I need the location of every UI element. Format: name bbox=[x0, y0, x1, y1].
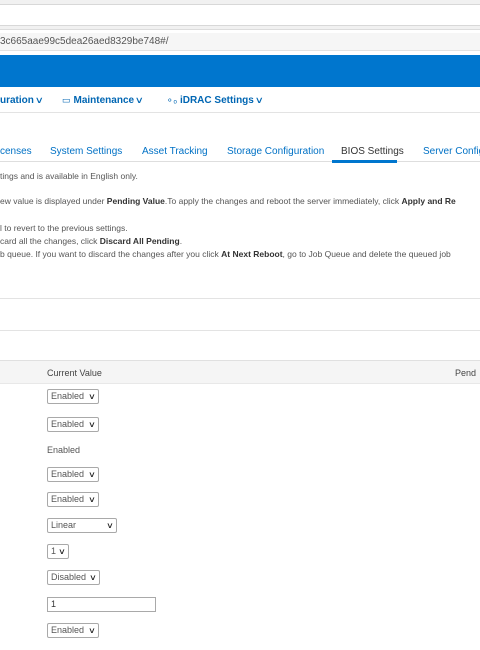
current-value-select[interactable]: Enabled ∨ bbox=[47, 417, 99, 432]
chevron-down-icon: ∨ bbox=[106, 521, 114, 530]
address-bar[interactable]: 3c665aae99c5dea26aed8329be748#/ bbox=[0, 33, 480, 51]
current-value-select[interactable]: Enabled ∨ bbox=[47, 623, 99, 638]
main-menu: uration∨ ▭ Maintenance∨ ⚬ₒ iDRAC Settings∨ bbox=[0, 87, 480, 113]
chevron-down-icon: ∨ bbox=[58, 547, 66, 556]
key-icon: ⚬ₒ bbox=[166, 95, 177, 105]
menu-configuration-label: uration bbox=[0, 95, 34, 106]
settings-tabs: censes System Settings Asset Tracking St… bbox=[0, 143, 480, 162]
tab-server-configuration[interactable]: Server Configu bbox=[423, 146, 480, 157]
idrac-header-banner bbox=[0, 55, 480, 87]
menu-maintenance[interactable]: ▭ Maintenance∨ bbox=[62, 95, 145, 106]
browser-tab-strip bbox=[0, 0, 480, 30]
pending-value-header: Pend bbox=[455, 368, 477, 378]
current-value-text: Enabled bbox=[47, 445, 81, 455]
current-value-select[interactable]: Disabled ∨ bbox=[47, 570, 100, 585]
info-line-2: ew value is displayed under Pending Valu… bbox=[0, 196, 456, 206]
tab-storage-configuration[interactable]: Storage Configuration bbox=[227, 146, 324, 157]
menu-configuration[interactable]: uration∨ bbox=[0, 95, 44, 106]
bios-grid-header: Current Value Pend bbox=[0, 360, 480, 384]
tab-asset-tracking[interactable]: Asset Tracking bbox=[142, 146, 208, 157]
current-value-input[interactable]: 1 bbox=[47, 597, 156, 612]
current-value-select[interactable]: Enabled ∨ bbox=[47, 389, 99, 404]
chevron-down-icon: ∨ bbox=[254, 95, 264, 105]
divider bbox=[0, 298, 480, 299]
browser-toolbar bbox=[0, 4, 480, 26]
address-bar-url[interactable]: 3c665aae99c5dea26aed8329be748#/ bbox=[0, 36, 169, 47]
current-value-select[interactable]: Enabled ∨ bbox=[47, 492, 99, 507]
menu-idrac-settings[interactable]: ⚬ₒ iDRAC Settings∨ bbox=[166, 95, 264, 106]
chevron-down-icon: ∨ bbox=[88, 470, 96, 479]
current-value-select[interactable]: Linear ∨ bbox=[47, 518, 117, 533]
chevron-down-icon: ∨ bbox=[88, 392, 96, 401]
current-value-select[interactable]: Enabled ∨ bbox=[47, 467, 99, 482]
menu-maintenance-label: Maintenance bbox=[73, 95, 135, 106]
active-tab-indicator bbox=[332, 160, 397, 163]
divider bbox=[0, 330, 480, 331]
current-value-select[interactable]: 1 ∨ bbox=[47, 544, 69, 559]
chevron-down-icon: ∨ bbox=[88, 420, 96, 429]
tab-licenses[interactable]: censes bbox=[0, 146, 32, 157]
chevron-down-icon: ∨ bbox=[134, 95, 145, 105]
maintenance-icon: ▭ bbox=[62, 95, 71, 105]
chevron-down-icon: ∨ bbox=[34, 95, 44, 105]
tab-bios-settings[interactable]: BIOS Settings bbox=[341, 146, 404, 157]
menu-idrac-settings-label: iDRAC Settings bbox=[179, 95, 254, 106]
info-line-3: l to revert to the previous settings. bbox=[0, 223, 128, 233]
chevron-down-icon: ∨ bbox=[88, 495, 96, 504]
info-line-5: b queue. If you want to discard the chan… bbox=[0, 249, 451, 259]
chevron-down-icon: ∨ bbox=[89, 573, 97, 582]
chevron-down-icon: ∨ bbox=[88, 626, 96, 635]
tab-system-settings[interactable]: System Settings bbox=[50, 146, 122, 157]
info-line-4: card all the changes, click Discard All … bbox=[0, 236, 183, 246]
current-value-header: Current Value bbox=[47, 368, 102, 378]
info-line-1: tings and is available in English only. bbox=[0, 171, 138, 181]
